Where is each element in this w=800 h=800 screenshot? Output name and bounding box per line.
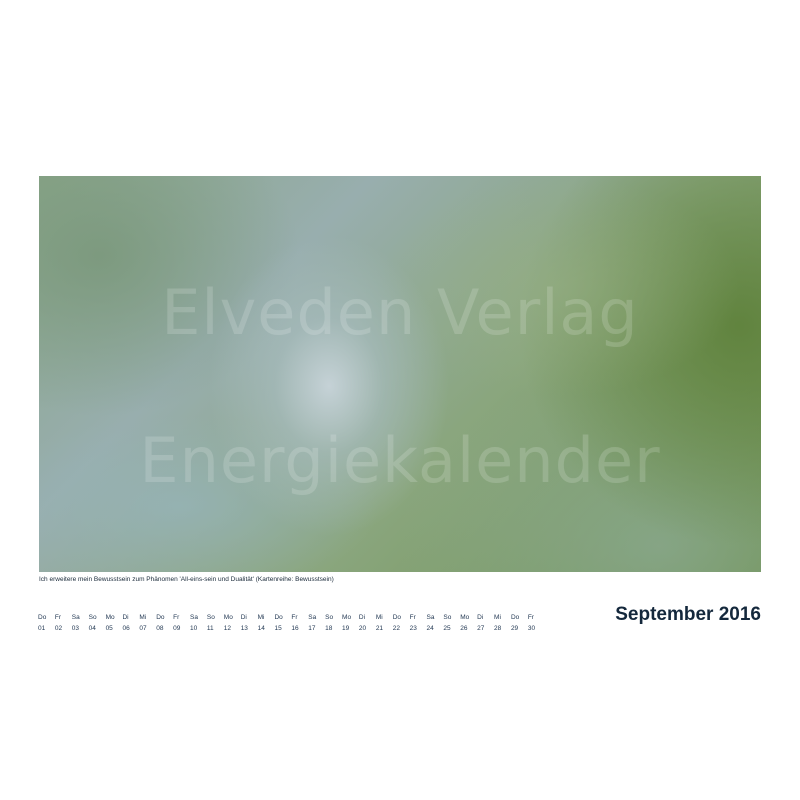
day-number: 10 <box>190 625 198 632</box>
day-number: 16 <box>291 625 299 632</box>
day-number: 23 <box>409 625 417 632</box>
day-cell: Do 29 <box>511 612 528 634</box>
day-weekday: Do <box>274 614 283 621</box>
day-strip: Do 01 Fr 02 Sa 03 So 04 Mo 05 Di 06 Mi 07 Do 08 Fr 09 Sa 10… <box>38 612 545 634</box>
day-weekday: Mi <box>375 614 383 621</box>
day-number: 03 <box>71 625 80 632</box>
day-weekday: Mi <box>257 614 265 621</box>
day-weekday: Mi <box>139 614 147 621</box>
day-weekday: Fr <box>54 614 62 621</box>
day-weekday: Fr <box>409 614 416 621</box>
day-cell: Di 13 <box>241 612 258 634</box>
day-weekday: Sa <box>426 614 435 621</box>
day-weekday: Sa <box>190 614 198 621</box>
day-weekday: Do <box>38 614 47 621</box>
day-cell: Mi 07 <box>139 612 156 634</box>
day-cell: Mi 28 <box>494 612 511 634</box>
day-weekday: Fr <box>173 614 180 621</box>
day-number: 21 <box>375 625 384 632</box>
day-cell: So 25 <box>443 612 460 634</box>
day-number: 18 <box>325 625 333 632</box>
day-number: 25 <box>443 625 451 632</box>
day-cell: Sa 24 <box>426 612 443 634</box>
day-weekday: Di <box>122 614 129 621</box>
day-weekday: So <box>88 614 97 621</box>
day-number: 02 <box>54 625 63 632</box>
day-weekday: Mo <box>342 614 352 621</box>
day-number: 08 <box>156 625 164 632</box>
day-number: 22 <box>392 625 400 632</box>
day-number: 09 <box>173 625 181 632</box>
day-cell: So 18 <box>325 612 342 634</box>
day-cell: So 11 <box>207 612 224 634</box>
day-weekday: Fr <box>291 614 298 621</box>
day-cell: Do 01 <box>38 612 55 634</box>
day-cell: Sa 17 <box>308 612 325 634</box>
day-cell: So 04 <box>89 612 106 634</box>
day-weekday: Do <box>510 614 520 621</box>
day-cell: Do 15 <box>274 612 291 634</box>
day-cell: Mo 26 <box>460 612 477 634</box>
day-weekday: Di <box>358 614 366 621</box>
day-cell: Mi 21 <box>376 612 393 634</box>
day-number: 04 <box>88 625 96 632</box>
photo-caption: Ich erweitere mein Bewusstsein zum Phäno… <box>39 576 334 583</box>
day-cell: Di 20 <box>359 612 376 634</box>
day-number: 27 <box>477 625 485 632</box>
day-number: 28 <box>494 625 502 632</box>
day-cell: Mi 14 <box>258 612 275 634</box>
day-weekday: Di <box>240 614 247 621</box>
day-number: 20 <box>358 625 367 632</box>
day-number: 11 <box>206 625 214 632</box>
day-weekday: Do <box>392 614 402 621</box>
day-weekday: Di <box>477 614 484 621</box>
day-number: 19 <box>342 625 350 632</box>
day-weekday: Sa <box>308 614 317 621</box>
day-cell: Mo 19 <box>342 612 359 634</box>
day-cell: Sa 10 <box>190 612 207 634</box>
watermark-publisher: Elveden Verlag <box>161 276 639 349</box>
day-weekday: Fr <box>527 614 534 621</box>
day-cell: Fr 02 <box>55 612 72 634</box>
day-cell: Di 27 <box>477 612 494 634</box>
day-cell: Sa 03 <box>72 612 89 634</box>
day-number: 14 <box>257 625 265 632</box>
day-number: 01 <box>38 625 46 632</box>
day-cell: Do 08 <box>156 612 173 634</box>
day-number: 17 <box>308 625 316 632</box>
calendar-photo: Elveden Verlag Energiekalender <box>39 176 761 572</box>
day-weekday: So <box>325 614 334 621</box>
day-number: 24 <box>426 625 434 632</box>
day-number: 05 <box>105 625 113 632</box>
day-cell: Fr 23 <box>410 612 427 634</box>
day-number: 12 <box>223 625 232 632</box>
month-title: September 2016 <box>615 604 761 625</box>
day-weekday: Mi <box>494 614 501 621</box>
day-number: 29 <box>510 625 519 632</box>
day-cell: Mo 05 <box>106 612 123 634</box>
day-number: 13 <box>240 625 248 632</box>
day-cell: Fr 16 <box>291 612 308 634</box>
day-number: 15 <box>274 625 282 632</box>
day-weekday: Mo <box>105 614 115 621</box>
day-number: 06 <box>122 625 130 632</box>
day-cell: Di 06 <box>122 612 139 634</box>
day-cell: Fr 30 <box>528 612 545 634</box>
day-number: 07 <box>139 625 147 632</box>
day-weekday: So <box>443 614 452 621</box>
day-cell: Fr 09 <box>173 612 190 634</box>
day-cell: Mo 12 <box>224 612 241 634</box>
day-weekday: Mo <box>223 614 233 621</box>
day-weekday: Do <box>156 614 165 621</box>
day-number: 30 <box>527 625 536 632</box>
day-weekday: Mo <box>460 614 470 621</box>
day-weekday: So <box>206 614 215 621</box>
watermark-product: Energiekalender <box>139 424 661 497</box>
day-cell: Do 22 <box>393 612 410 634</box>
day-number: 26 <box>460 625 468 632</box>
day-weekday: Sa <box>71 614 80 621</box>
